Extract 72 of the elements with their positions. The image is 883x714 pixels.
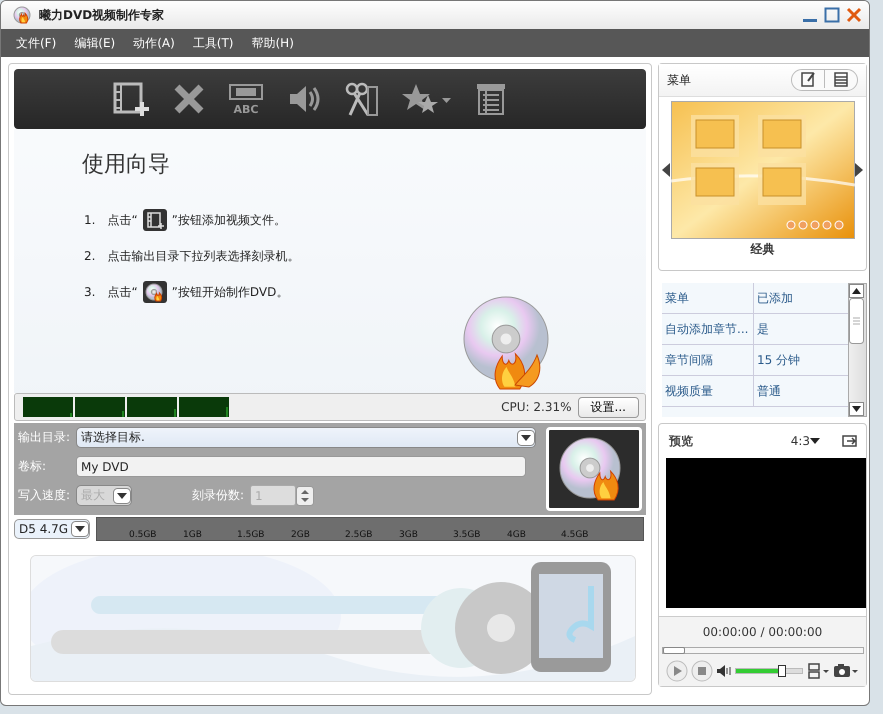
property-value: 是 bbox=[756, 320, 769, 338]
scroll-up-icon[interactable] bbox=[849, 284, 864, 298]
window-title: 曦力DVD视频制作专家 bbox=[39, 6, 166, 24]
chapter-list-icon[interactable] bbox=[474, 82, 508, 116]
menu-item[interactable]: 工具(T) bbox=[184, 32, 242, 54]
burn-button[interactable] bbox=[546, 427, 642, 511]
field-label: 刻录份数: bbox=[192, 487, 244, 504]
seek-bar[interactable] bbox=[662, 647, 864, 654]
property-value: 普通 bbox=[756, 382, 781, 400]
scissors-icon[interactable] bbox=[344, 81, 380, 117]
field-label: 卷标: bbox=[18, 458, 48, 475]
panel-title: 菜单 bbox=[667, 72, 692, 88]
template-name: 经典 bbox=[749, 241, 776, 258]
step-text: 点击“ bbox=[107, 212, 138, 228]
seek-thumb[interactable] bbox=[662, 647, 684, 654]
capacity-tick: 3.5GB bbox=[453, 530, 482, 540]
volume-label-field[interactable]: My DVD bbox=[76, 456, 526, 477]
menu-item[interactable]: 文件(F) bbox=[7, 32, 66, 54]
cpu-usage: CPU: 2.31% bbox=[501, 400, 572, 414]
menu-template-thumbnail[interactable] bbox=[670, 101, 854, 239]
scrollbar-thumb[interactable] bbox=[849, 298, 864, 344]
step-number: 2. bbox=[84, 249, 96, 263]
previous-arrow-icon[interactable] bbox=[662, 163, 670, 177]
step-number: 3. bbox=[84, 285, 96, 299]
property-value: 15 分钟 bbox=[756, 352, 800, 368]
capacity-tick: 3GB bbox=[399, 530, 419, 540]
aspect-ratio-dropdown[interactable]: 4:3 bbox=[790, 434, 820, 448]
capacity-tick: 1GB bbox=[183, 530, 203, 540]
menu-item[interactable]: 编辑(E) bbox=[65, 32, 124, 54]
field-label: 输出目录: bbox=[18, 429, 72, 446]
step-number: 1. bbox=[84, 213, 96, 227]
capacity-tick: 4GB bbox=[507, 530, 527, 540]
menu-item[interactable]: 帮助(H) bbox=[242, 32, 303, 54]
switch-icon[interactable] bbox=[806, 663, 830, 679]
step-text: 点击“ bbox=[107, 284, 138, 300]
property-name: 视频质量 bbox=[662, 376, 754, 406]
spinner-arrows-icon[interactable] bbox=[296, 486, 314, 506]
menu-item[interactable]: 动作(A) bbox=[124, 32, 184, 54]
camera-icon[interactable] bbox=[833, 663, 859, 679]
add-video-icon bbox=[142, 208, 168, 232]
delete-icon[interactable] bbox=[172, 82, 206, 116]
step-text: 点击输出目录下拉列表选择刻录机。 bbox=[107, 248, 300, 264]
capacity-tick: 1.5GB bbox=[237, 530, 266, 540]
volume-slider[interactable] bbox=[735, 668, 803, 674]
property-name: 菜单 bbox=[662, 283, 754, 313]
close-icon[interactable] bbox=[845, 6, 863, 24]
app-logo-icon bbox=[13, 6, 31, 24]
volume-thumb[interactable] bbox=[778, 665, 786, 677]
disc-type-dropdown[interactable]: D5 4.7G bbox=[14, 519, 90, 539]
property-name: 章节间隔 bbox=[662, 345, 754, 375]
capacity-tick: 0.5GB bbox=[129, 530, 158, 540]
wizard-title: 使用向导 bbox=[82, 151, 171, 179]
property-value: 已添加 bbox=[756, 290, 793, 306]
add-video-icon[interactable] bbox=[112, 80, 150, 118]
playback-time: 00:00:00 / 00:00:00 bbox=[702, 625, 822, 639]
output-dropdown[interactable]: 请选择目标. bbox=[76, 427, 536, 448]
export-icon[interactable] bbox=[842, 434, 858, 448]
settings-button[interactable]: 设置... bbox=[578, 396, 639, 418]
volume-icon[interactable] bbox=[716, 664, 732, 678]
play-icon[interactable] bbox=[666, 660, 688, 682]
step-text: ”按钮添加视频文件。 bbox=[172, 212, 286, 228]
next-arrow-icon[interactable] bbox=[855, 163, 863, 177]
capacity-tick: 2.5GB bbox=[345, 530, 374, 540]
scroll-down-icon[interactable] bbox=[849, 402, 864, 416]
field-label: 写入速度: bbox=[18, 487, 72, 504]
panel-title: 预览 bbox=[669, 432, 694, 450]
property-name: 自动添加章节... bbox=[662, 314, 754, 344]
caret-icon[interactable] bbox=[810, 437, 820, 445]
capacity-tick: 2GB bbox=[291, 530, 311, 540]
maximize-icon[interactable] bbox=[823, 6, 841, 24]
capacity-tick: 4.5GB bbox=[561, 530, 590, 540]
step-text: ”按钮开始制作DVD。 bbox=[172, 284, 288, 300]
